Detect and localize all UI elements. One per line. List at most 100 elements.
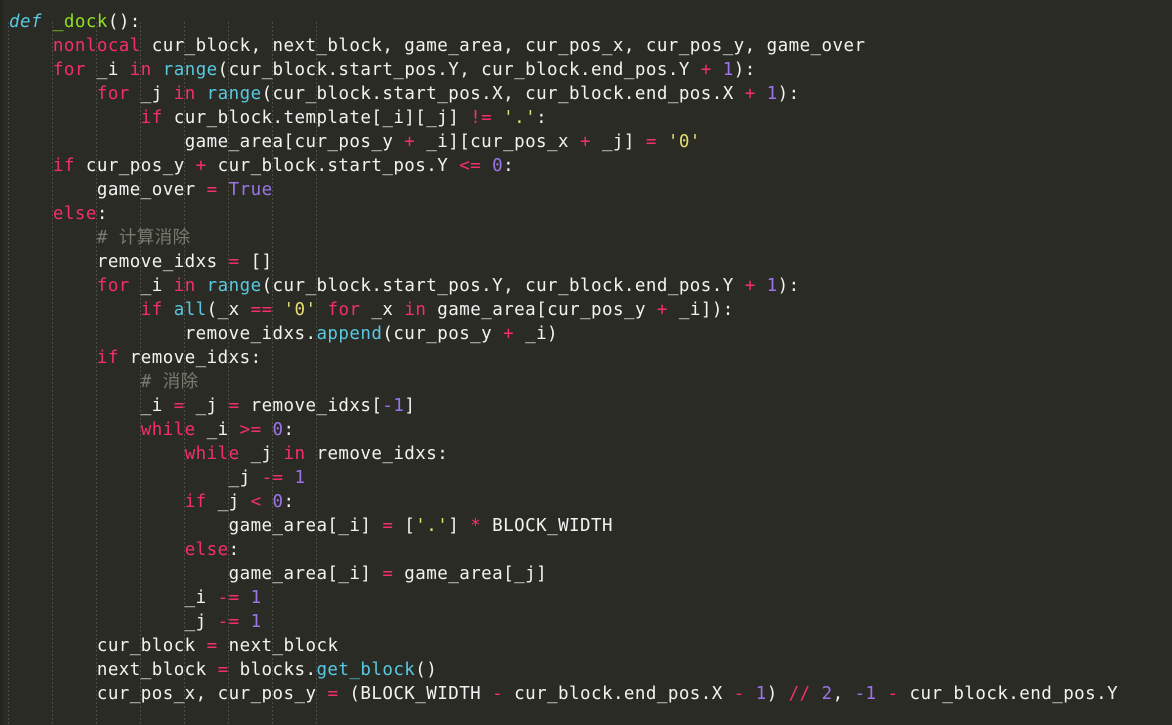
code-line[interactable]: _i = _j = remove_idxs[-1] [9, 394, 415, 418]
code-token: range [162, 60, 218, 80]
code-token: cur_block.template[_i][_j] [162, 108, 471, 128]
code-token: + [656, 300, 668, 320]
code-line[interactable]: while _i >= 0: [9, 418, 295, 442]
code-line[interactable]: else: [9, 538, 240, 562]
code-token: < [250, 492, 262, 512]
code-token: : [96, 204, 108, 224]
code-line[interactable]: next_block = blocks.get_block() [9, 658, 437, 682]
code-token: _j [206, 492, 251, 512]
code-line[interactable]: if cur_block.template[_i][_j] != '.': [9, 106, 547, 130]
code-token: : [503, 156, 515, 176]
code-editor-view[interactable]: def _dock(): nonlocal cur_block, next_bl… [0, 0, 1172, 725]
code-line[interactable]: for _i in range(cur_block.start_pos.Y, c… [9, 274, 800, 298]
code-token: = [228, 252, 240, 272]
code-line[interactable]: nonlocal cur_block, next_block, game_are… [9, 34, 865, 58]
code-line[interactable]: remove_idxs = [] [9, 250, 273, 274]
code-token: 0 [272, 492, 284, 512]
code-line[interactable]: game_area[cur_pos_y + _i][cur_pos_x + _j… [9, 130, 701, 154]
code-token: + [579, 132, 591, 152]
code-line[interactable]: # 消除 [9, 370, 199, 394]
code-token: BLOCK_WIDTH [481, 516, 613, 536]
code-token: = [228, 396, 240, 416]
code-token: + [744, 84, 756, 104]
source-code-block[interactable]: def _dock(): nonlocal cur_block, next_bl… [0, 0, 1172, 725]
code-token: + [503, 324, 515, 344]
code-line[interactable]: game_over = True [9, 178, 273, 202]
code-token: _j [184, 612, 218, 632]
code-line[interactable]: else: [9, 202, 108, 226]
code-line[interactable]: if remove_idxs: [9, 346, 262, 370]
code-line[interactable]: for _j in range(cur_block.start_pos.X, c… [9, 82, 800, 106]
code-line[interactable]: _i -= 1 [9, 586, 262, 610]
code-line[interactable]: while _j in remove_idxs: [9, 442, 448, 466]
code-token: _j] [590, 132, 646, 152]
code-token: (cur_block.start_pos.X, cur_block.end_po… [261, 84, 745, 104]
code-line[interactable]: if all(_x == '0' for _x in game_area[cur… [9, 298, 734, 322]
code-line[interactable]: game_area[_i] = game_area[_j] [9, 562, 547, 586]
code-token: = [382, 564, 394, 584]
code-token: range [206, 276, 262, 296]
code-token: cur_block, next_block, game_area, cur_po… [140, 36, 866, 56]
code-token: + [744, 276, 756, 296]
code-line[interactable]: cur_pos_x, cur_pos_y = (BLOCK_WIDTH - cu… [9, 682, 1118, 706]
code-line[interactable]: if _j < 0: [9, 490, 295, 514]
code-token: <= [459, 156, 482, 176]
code-token: cur_block [96, 636, 207, 656]
code-line[interactable]: remove_idxs.append(cur_pos_y + _i) [9, 322, 558, 346]
code-token: = [382, 516, 394, 536]
code-token: remove_idxs[ [239, 396, 383, 416]
code-line[interactable]: def _dock(): [9, 10, 141, 34]
code-token: _i [140, 396, 174, 416]
code-line[interactable]: if cur_pos_y + cur_block.start_pos.Y <= … [9, 154, 514, 178]
code-token: remove_idxs [96, 252, 229, 272]
code-token: game_area[_i] [228, 516, 383, 536]
code-token: game_area[cur_pos_y [426, 300, 657, 320]
code-line[interactable]: for _i in range(cur_block.start_pos.Y, c… [9, 58, 756, 82]
code-line[interactable]: _j -= 1 [9, 466, 306, 490]
code-token: cur_pos_y [74, 156, 196, 176]
code-token: 2 [821, 684, 833, 704]
code-token: == [250, 300, 273, 320]
code-token: game_area[_i] [228, 564, 383, 584]
code-token: blocks. [228, 660, 317, 680]
code-token: : [228, 540, 240, 560]
code-token: ] [448, 516, 471, 536]
code-line[interactable]: # 计算消除 [9, 226, 191, 250]
code-token: 消除 [162, 372, 199, 392]
code-line[interactable]: _j -= 1 [9, 610, 262, 634]
code-token: 0 [272, 420, 284, 440]
code-line[interactable]: cur_block = next_block [9, 634, 338, 658]
code-token: : [283, 492, 295, 512]
code-token: 1 [250, 612, 262, 632]
code-token: def [9, 12, 42, 32]
code-token: ): [733, 60, 756, 80]
code-token: - [887, 684, 899, 704]
code-token: // [788, 684, 811, 704]
code-token: -= [261, 468, 284, 488]
code-token: all [173, 300, 207, 320]
code-token: -1 [382, 396, 405, 416]
code-token: get_block [316, 660, 416, 680]
code-token: + [195, 156, 207, 176]
code-token: game_over [96, 180, 207, 200]
code-line[interactable]: game_area[_i] = ['.'] * BLOCK_WIDTH [9, 514, 613, 538]
